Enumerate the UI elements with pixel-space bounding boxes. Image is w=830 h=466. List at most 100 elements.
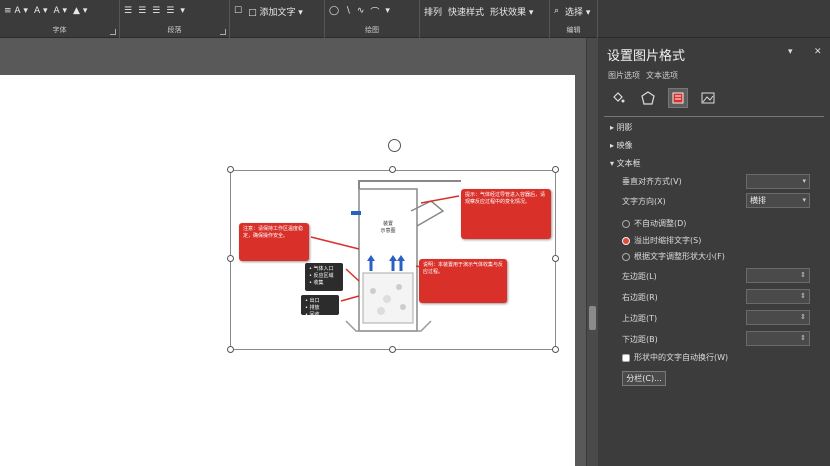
pane-title: 设置图片格式	[607, 49, 686, 64]
pane-category-icons	[608, 88, 718, 108]
resize-handle-nw[interactable]	[227, 166, 234, 173]
left-margin-label: 左边距(L)	[622, 272, 657, 281]
align-center-icon[interactable]: ☰	[138, 6, 146, 16]
radio-shrink-on-overflow[interactable]: 溢出时缩排文字(S)	[622, 235, 701, 246]
wrap-text-checkbox[interactable]: 形状中的文字自动换行(W)	[622, 352, 728, 363]
ribbon-group-editing: ⌕ 选择 ▾ 编辑	[550, 0, 598, 38]
radio-label: 溢出时缩排文字(S)	[634, 236, 702, 245]
font-color-tool[interactable]: ▲ ▾	[73, 6, 87, 16]
dialog-launcher-icon[interactable]	[110, 29, 116, 35]
app-window: ≡ A ▾ A ▾ A ▾ ▲ ▾ 字体 ☰ ☰ ☰ ☰ ▾ 段落 ☐ □ 添加…	[0, 0, 830, 466]
pentagon-effects-icon[interactable]	[638, 88, 658, 108]
selected-image[interactable]: 注意：请保持工作区温度稳定，确保操作安全。 提示：气体经过导管进入容器后，请观察…	[230, 170, 556, 350]
resize-handle-s[interactable]	[389, 346, 396, 353]
section-glow-label: 映像	[616, 141, 633, 150]
arc-shape-icon[interactable]: ⌒	[370, 5, 379, 18]
top-margin-input[interactable]: ⇕	[746, 310, 810, 325]
radio-dot-selected	[622, 236, 630, 245]
paragraph-tools: ☰ ☰ ☰ ☰ ▾	[124, 3, 225, 19]
section-shadow[interactable]: ▸ 阴影	[610, 122, 633, 133]
align-left-icon[interactable]: ☰	[124, 6, 132, 16]
center-label: 装置 示意图	[380, 221, 396, 234]
tab-picture-options[interactable]: 图片选项	[608, 70, 640, 81]
radio-dot	[622, 252, 630, 261]
text-direction-select[interactable]: 横排 ▾	[746, 193, 810, 208]
add-text-button[interactable]: □ 添加文字 ▾	[248, 5, 303, 18]
oval-shape-icon[interactable]: ◯	[329, 6, 339, 16]
pane-close-button[interactable]: ✕	[814, 47, 822, 57]
paragraph-more-icon[interactable]: ▾	[180, 6, 185, 16]
font-tool-1[interactable]: ≡ A ▾	[4, 6, 28, 16]
radio-no-autofit[interactable]: 不自动调整(D)	[622, 218, 686, 229]
textbox-icon[interactable]: ☐	[234, 6, 242, 16]
highlight-tool[interactable]: A ▾	[53, 6, 67, 16]
line-shape-icon[interactable]: ∖	[345, 6, 351, 16]
arrange-tools: 排列 快速样式 形状效果 ▾	[424, 3, 545, 19]
ribbon-group-label: 字体	[52, 26, 67, 34]
drawing-tools: ◯ ∖ ∿ ⌒ ▾	[329, 3, 415, 19]
arrange-button[interactable]: 排列	[424, 5, 442, 18]
ribbon-group-label: 绘图	[365, 26, 379, 34]
vertical-scrollbar[interactable]	[586, 38, 598, 466]
resize-handle-se[interactable]	[552, 346, 559, 353]
spinner-icon[interactable]: ⇕	[800, 311, 806, 324]
section-textbox[interactable]: ▾ 文本框	[610, 158, 641, 169]
callout-left: 注意：请保持工作区温度稳定，确保操作安全。	[239, 223, 309, 261]
tab-text-options[interactable]: 文本选项	[646, 70, 678, 81]
callout-middle-right: 说明：本装置用于演示气体收集与反应过程。	[419, 259, 507, 303]
section-glow[interactable]: ▸ 映像	[610, 140, 633, 151]
size-layout-icon[interactable]	[668, 88, 688, 108]
radio-dot	[622, 219, 630, 228]
pane-divider	[604, 116, 824, 117]
text-direction-label: 文字方向(X)	[622, 197, 666, 206]
pane-options-button[interactable]: ▾	[788, 47, 793, 57]
resize-handle-w[interactable]	[227, 255, 234, 262]
spinner-icon[interactable]: ⇕	[800, 290, 806, 303]
right-margin-input[interactable]: ⇕	[746, 289, 810, 304]
fill-bucket-icon[interactable]	[608, 88, 628, 108]
ribbon: ≡ A ▾ A ▾ A ▾ ▲ ▾ 字体 ☰ ☰ ☰ ☰ ▾ 段落 ☐ □ 添加…	[0, 0, 830, 38]
section-shadow-label: 阴影	[616, 123, 633, 132]
checkbox-box	[622, 353, 630, 362]
ribbon-group-text: ☐ □ 添加文字 ▾	[230, 0, 325, 38]
ribbon-group-label: 段落	[167, 26, 182, 34]
radio-resize-shape[interactable]: 根据文字调整形状大小(F)	[622, 251, 725, 262]
left-margin-input[interactable]: ⇕	[746, 268, 810, 283]
label-box-upper: • 气体入口 • 反应区域 • 收集	[305, 263, 343, 291]
bottom-margin-input[interactable]: ⇕	[746, 331, 810, 346]
spinner-icon[interactable]: ⇕	[800, 269, 806, 282]
radio-label: 不自动调整(D)	[634, 219, 687, 228]
shape-effects-button[interactable]: 形状效果 ▾	[490, 5, 533, 18]
right-margin-label: 右边距(R)	[622, 293, 658, 302]
font-tool-2[interactable]: A ▾	[34, 6, 48, 16]
select-button[interactable]: 选择 ▾	[565, 5, 590, 18]
chevron-down-icon: ▾	[802, 177, 806, 185]
ribbon-group-drawing: ◯ ∖ ∿ ⌒ ▾ 绘图	[325, 0, 420, 38]
section-textbox-label: 文本框	[616, 159, 641, 168]
rotate-handle-icon[interactable]	[388, 139, 401, 152]
spinner-icon[interactable]: ⇕	[800, 332, 806, 345]
scrollbar-thumb[interactable]	[589, 306, 596, 330]
dialog-launcher-icon[interactable]	[220, 29, 226, 35]
picture-icon[interactable]	[698, 88, 718, 108]
ribbon-group-arrange: 排列 快速样式 形状效果 ▾	[420, 0, 550, 38]
vertical-align-select[interactable]: ▾	[746, 174, 810, 189]
align-right-icon[interactable]: ☰	[152, 6, 160, 16]
find-icon[interactable]: ⌕	[554, 6, 559, 16]
resize-handle-sw[interactable]	[227, 346, 234, 353]
callout-top-right: 提示：气体经过导管进入容器后，请观察反应过程中的变化情况。	[461, 189, 551, 239]
quick-styles-button[interactable]: 快速样式	[448, 5, 484, 18]
pane-subtabs: 图片选项 文本选项	[608, 70, 678, 81]
shapes-more-icon[interactable]: ▾	[385, 6, 390, 16]
columns-button[interactable]: 分栏(C)...	[622, 371, 666, 386]
resize-handle-ne[interactable]	[552, 166, 559, 173]
justify-icon[interactable]: ☰	[166, 6, 174, 16]
bottom-margin-label: 下边距(B)	[622, 335, 658, 344]
text-tools: ☐ □ 添加文字 ▾	[234, 3, 320, 19]
curve-shape-icon[interactable]: ∿	[357, 6, 365, 16]
chevron-down-icon: ▾	[802, 196, 806, 204]
resize-handle-e[interactable]	[552, 255, 559, 262]
checkbox-label: 形状中的文字自动换行(W)	[634, 353, 729, 362]
font-tools: ≡ A ▾ A ▾ A ▾ ▲ ▾	[4, 3, 115, 19]
resize-handle-n[interactable]	[389, 166, 396, 173]
